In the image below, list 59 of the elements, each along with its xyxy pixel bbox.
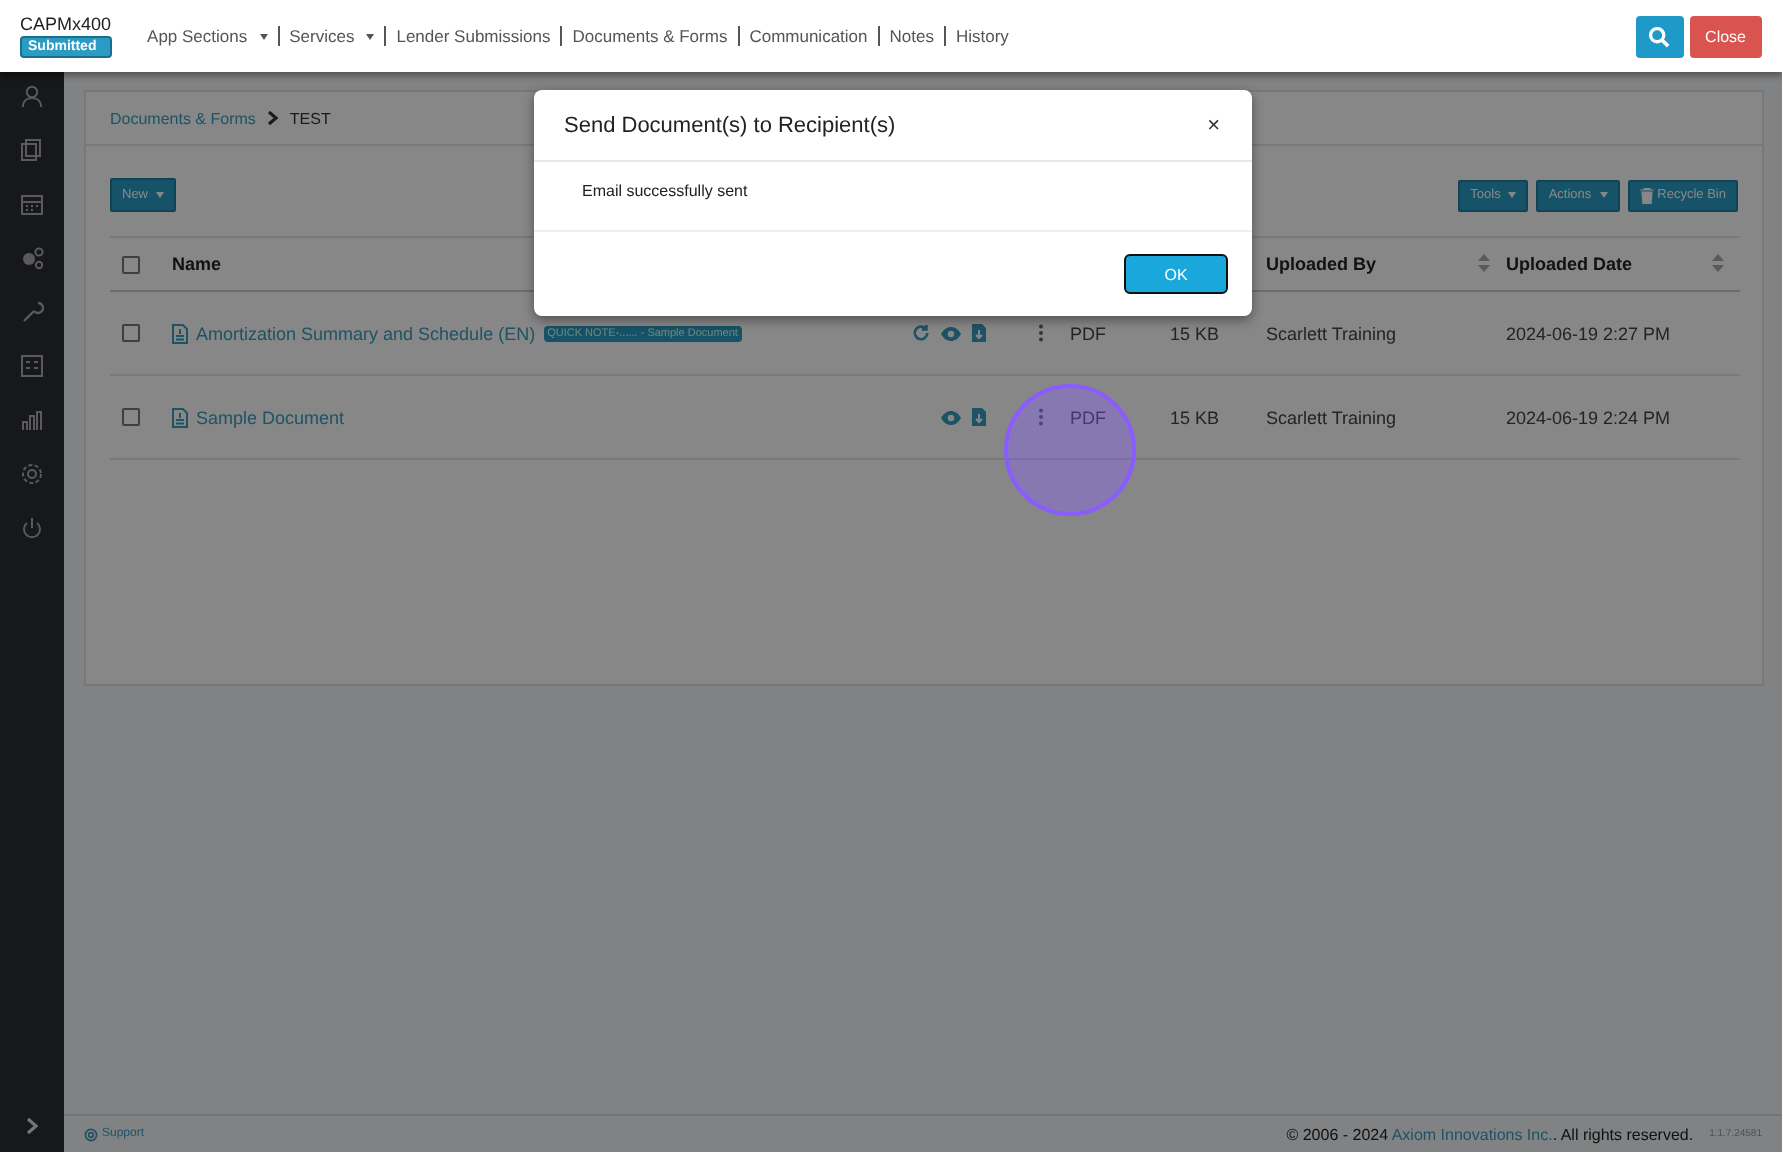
document-icon <box>172 407 188 427</box>
sidebar-icon[interactable] <box>20 516 44 540</box>
column-header[interactable]: Uploaded Date <box>1506 254 1633 274</box>
company-link[interactable]: Axiom Innovations Inc. <box>1391 1125 1553 1143</box>
sort-icon[interactable] <box>1478 254 1490 272</box>
caret-icon[interactable] <box>259 33 268 39</box>
more-icon[interactable] <box>1037 324 1043 342</box>
sidebar-icon[interactable] <box>20 246 44 270</box>
checkbox[interactable] <box>122 324 140 342</box>
download-icon[interactable] <box>972 324 986 342</box>
ok-button[interactable]: OK <box>1124 254 1228 294</box>
document-icon <box>172 323 188 343</box>
table-cell-text: 2024-06-19 2:24 PM <box>1506 407 1673 427</box>
sidebar-icon[interactable] <box>20 192 44 216</box>
trash-icon <box>1639 187 1654 203</box>
checkbox[interactable] <box>122 255 140 273</box>
app-name: CAPMx400 <box>20 14 112 34</box>
chevron-right-icon[interactable] <box>22 1116 42 1136</box>
more-icon[interactable] <box>1037 408 1043 426</box>
eye-icon[interactable] <box>940 325 962 341</box>
table-cell-text: Scarlett Training <box>1266 407 1399 427</box>
sidebar-icon[interactable] <box>20 300 44 324</box>
nav-link[interactable]: Notes <box>889 26 934 46</box>
eye-icon[interactable] <box>940 409 962 425</box>
close-button[interactable]: × <box>1207 113 1220 138</box>
search-icon <box>1648 25 1671 47</box>
checkbox[interactable] <box>122 408 140 426</box>
document-link[interactable]: Sample Document <box>196 407 345 427</box>
table-cell-text: 2024-06-19 2:27 PM <box>1506 323 1673 343</box>
sidebar-icon[interactable] <box>20 84 44 108</box>
breadcrumb-current: TEST <box>289 109 331 127</box>
download-icon[interactable] <box>972 408 986 426</box>
sidebar-icon[interactable] <box>20 408 44 432</box>
refresh-icon[interactable] <box>912 324 930 342</box>
sidebar-icon[interactable] <box>20 462 44 486</box>
nav-link[interactable]: Services <box>289 26 355 46</box>
table-cell-text: Scarlett Training <box>1266 323 1399 343</box>
nav-link[interactable]: Communication <box>749 26 868 46</box>
caret-icon[interactable] <box>366 33 375 39</box>
sidebar-icon[interactable] <box>20 138 44 162</box>
table-cell-text: 15 KB <box>1170 323 1222 343</box>
search-button[interactable] <box>1635 15 1684 57</box>
nav-link[interactable]: Documents & Forms <box>572 26 728 46</box>
document-link[interactable]: Amortization Summary and Schedule (EN) <box>196 323 536 343</box>
nav-link[interactable]: App Sections <box>147 26 248 46</box>
table-cell-text: PDF <box>1070 323 1108 343</box>
table-cell-text: PDF <box>1070 407 1108 427</box>
breadcrumb-link[interactable]: Documents & Forms <box>110 109 256 127</box>
close-button[interactable]: Close <box>1689 15 1762 57</box>
sort-icon[interactable] <box>1712 254 1724 272</box>
nav-link[interactable]: Lender Submissions <box>396 26 551 46</box>
column-header[interactable]: Uploaded By <box>1266 254 1377 274</box>
chevron-right-icon <box>265 110 280 126</box>
copyright-text: © 2006 - 2024 Axiom Innovations Inc.. All rights reserved. <box>1286 1125 1694 1143</box>
modal-title: Send Document(s) to Recipient(s) <box>564 113 896 138</box>
table-cell-text: 15 KB <box>1170 407 1222 427</box>
nav-link[interactable]: History <box>955 26 1009 46</box>
sidebar-icon[interactable] <box>20 354 44 378</box>
modal-message: Email successfully sent <box>582 182 748 201</box>
